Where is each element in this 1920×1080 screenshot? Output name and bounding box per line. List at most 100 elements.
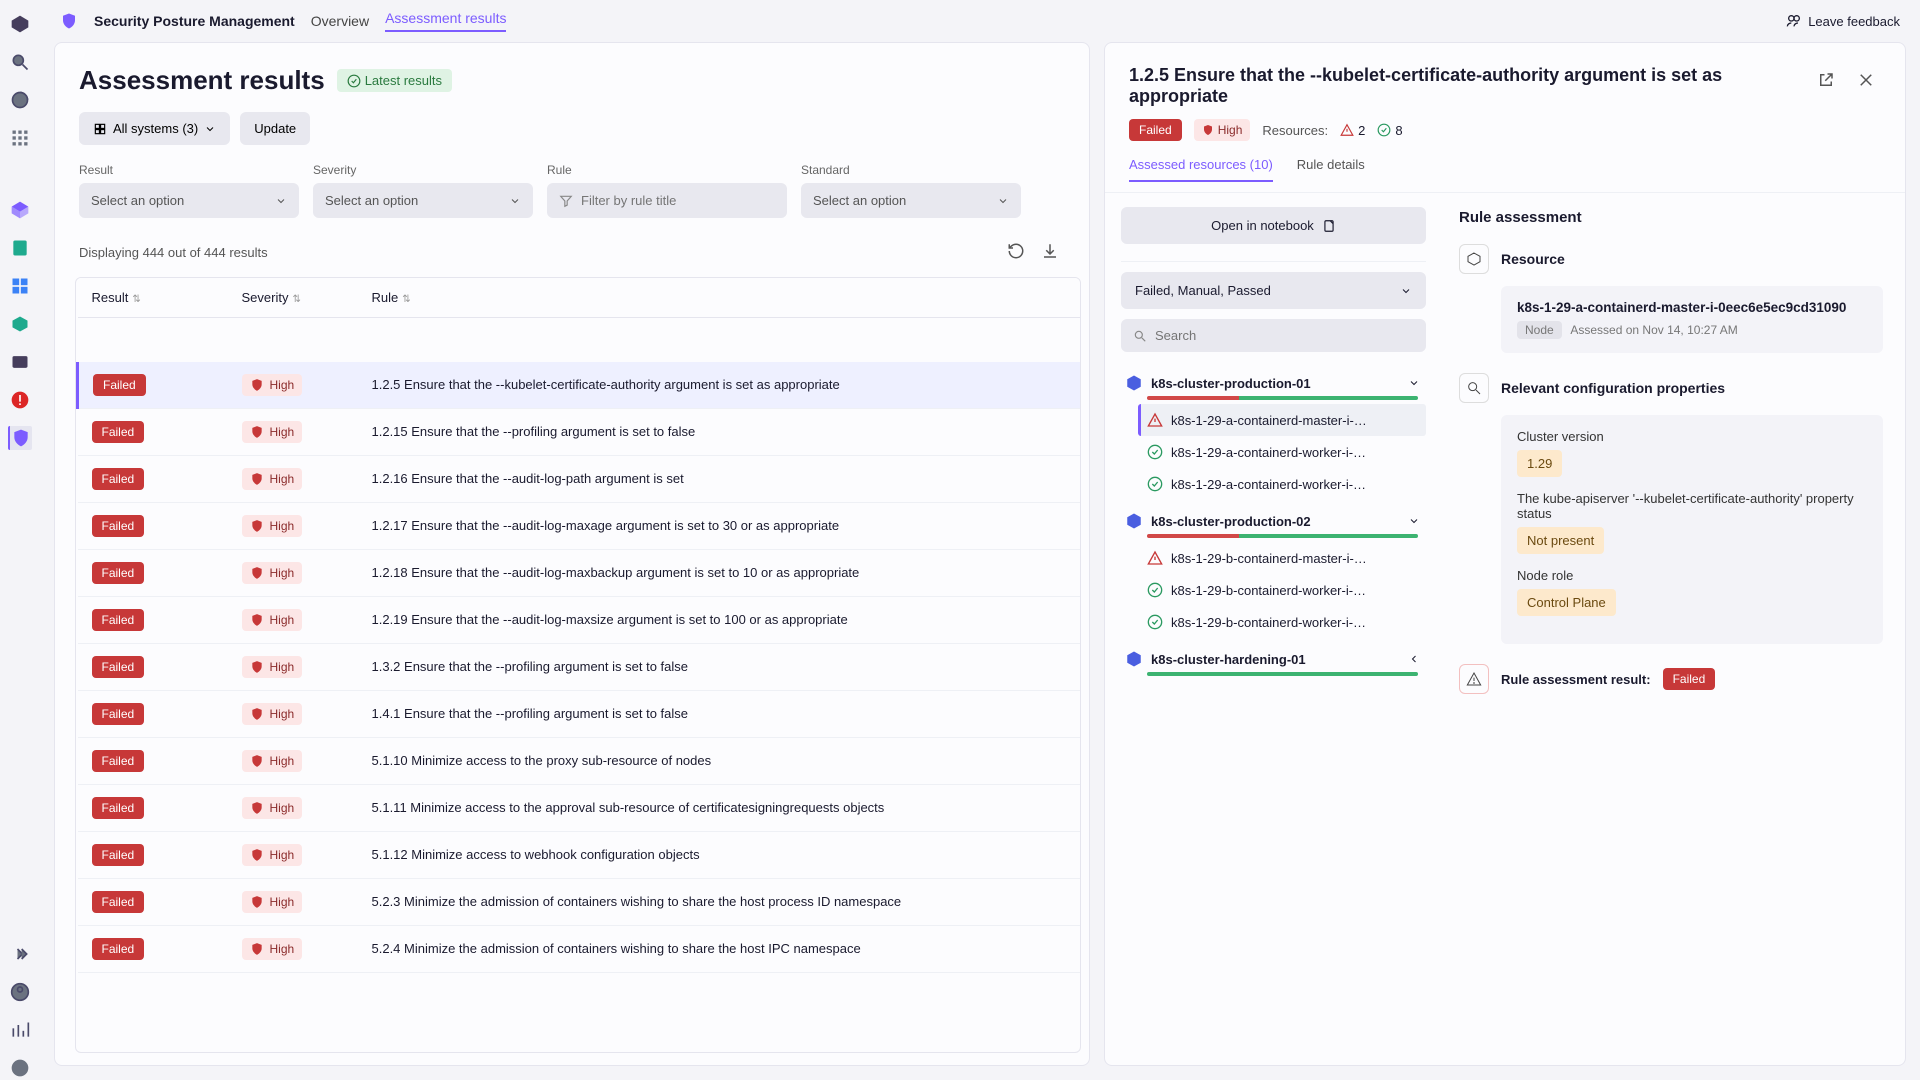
tab-assessment-results[interactable]: Assessment results	[385, 10, 506, 32]
table-row[interactable]: Failed High 1.2.15 Ensure that the --pro…	[78, 408, 1081, 455]
nav-logo-icon[interactable]	[8, 12, 32, 36]
table-row[interactable]: Failed High 1.2.16 Ensure that the --aud…	[78, 455, 1081, 502]
table-row[interactable]: Failed High 1.2.17 Ensure that the --aud…	[78, 502, 1081, 549]
resource-search-input[interactable]	[1121, 319, 1426, 352]
results-table[interactable]: Result⇅ Severity⇅ Rule⇅ Failed High 1.2.…	[75, 277, 1081, 1053]
assessed-on: Assessed on Nov 14, 10:27 AM	[1570, 323, 1737, 337]
cluster-header[interactable]: k8s-cluster-production-02	[1121, 504, 1426, 534]
filter-standard-select[interactable]: Select an option	[801, 183, 1021, 218]
filter-severity-label: Severity	[313, 163, 533, 177]
rule-title: 1.2.5 Ensure that the --kubelet-certific…	[1129, 65, 1801, 107]
resource-name: k8s-1-29-a-containerd-master-i-0eec6e5ec…	[1517, 300, 1867, 315]
nav-sheet-icon[interactable]	[8, 236, 32, 260]
severity-cell: High	[242, 468, 303, 490]
tab-overview[interactable]: Overview	[311, 13, 369, 29]
filter-rule-input[interactable]	[547, 183, 787, 218]
pass-count: 8	[1377, 123, 1402, 138]
resource-tree: Open in notebook Failed, Manual, Passed	[1105, 193, 1437, 1065]
node-item[interactable]: k8s-1-29-b-containerd-master-i-…	[1141, 542, 1426, 574]
rule-text: 1.4.1 Ensure that the --profiling argume…	[358, 690, 1081, 737]
table-row[interactable]: Failed High 1.2.19 Ensure that the --aud…	[78, 596, 1081, 643]
nav-info-icon[interactable]	[8, 1056, 32, 1080]
download-button[interactable]	[1035, 236, 1065, 269]
cluster-status-bar	[1147, 534, 1418, 538]
cluster-header[interactable]: k8s-cluster-production-01	[1121, 366, 1426, 396]
tab-assessed-resources[interactable]: Assessed resources (10)	[1129, 157, 1273, 182]
nav-terminal-icon[interactable]	[8, 350, 32, 374]
open-notebook-button[interactable]: Open in notebook	[1121, 207, 1426, 244]
close-button[interactable]	[1851, 65, 1881, 98]
chevron-down-icon	[997, 195, 1009, 207]
result-pill: Failed	[92, 844, 145, 866]
severity-cell: High	[242, 421, 303, 443]
col-rule[interactable]: Rule⇅	[358, 278, 1081, 318]
nav-cube-icon[interactable]	[8, 198, 32, 222]
filter-standard-label: Standard	[801, 163, 1021, 177]
table-row[interactable]: Failed High 1.2.18 Ensure that the --aud…	[78, 549, 1081, 596]
page-title: Assessment results	[79, 65, 325, 96]
table-row[interactable]: Failed High 5.1.10 Minimize access to th…	[78, 737, 1081, 784]
table-row[interactable]: Failed High 1.3.2 Ensure that the --prof…	[78, 643, 1081, 690]
nav-search-icon[interactable]	[8, 50, 32, 74]
result-pill: Failed	[92, 562, 145, 584]
update-button[interactable]: Update	[240, 112, 310, 145]
result-pill: Failed	[92, 891, 145, 913]
layers-icon	[93, 122, 107, 136]
result-pill: Failed	[92, 515, 145, 537]
status-filter-select[interactable]: Failed, Manual, Passed	[1121, 272, 1426, 309]
nav-rail	[0, 0, 40, 1080]
rule-text: 1.2.17 Ensure that the --audit-log-maxag…	[358, 502, 1081, 549]
nav-alert-icon[interactable]	[8, 388, 32, 412]
cluster-header[interactable]: k8s-cluster-hardening-01	[1121, 642, 1426, 672]
rule-text: 5.1.12 Minimize access to webhook config…	[358, 831, 1081, 878]
node-item[interactable]: k8s-1-29-a-containerd-master-i-…	[1138, 404, 1426, 436]
table-row[interactable]: Failed High 5.1.12 Minimize access to we…	[78, 831, 1081, 878]
chevron-icon	[1408, 377, 1420, 389]
col-severity[interactable]: Severity⇅	[228, 278, 358, 318]
tab-rule-details[interactable]: Rule details	[1297, 157, 1365, 182]
nav-stats-icon[interactable]	[8, 1018, 32, 1042]
shield-x-icon	[1202, 124, 1214, 136]
rule-text: 5.2.4 Minimize the admission of containe…	[358, 925, 1081, 972]
rule-text: 5.2.3 Minimize the admission of containe…	[358, 878, 1081, 925]
nav-box-icon[interactable]	[8, 312, 32, 336]
result-pill: Failed	[92, 468, 145, 490]
node-item[interactable]: k8s-1-29-a-containerd-worker-i-…	[1141, 436, 1426, 468]
detail-panel: 1.2.5 Ensure that the --kubelet-certific…	[1104, 42, 1906, 1066]
result-pill: Failed	[92, 797, 145, 819]
result-pill: Failed	[92, 656, 145, 678]
node-item[interactable]: k8s-1-29-b-containerd-worker-i-…	[1141, 606, 1426, 638]
table-row[interactable]: Failed High 5.2.3 Minimize the admission…	[78, 878, 1081, 925]
node-item[interactable]: k8s-1-29-a-containerd-worker-i-…	[1141, 468, 1426, 500]
table-row[interactable]: Failed High 1.2.5 Ensure that the --kube…	[78, 362, 1081, 409]
node-item[interactable]: k8s-1-29-b-containerd-worker-i-…	[1141, 574, 1426, 606]
reset-button[interactable]	[1001, 236, 1031, 269]
nav-grid-icon[interactable]	[8, 274, 32, 298]
latest-results-badge: Latest results	[337, 69, 452, 92]
filter-result-select[interactable]: Select an option	[79, 183, 299, 218]
all-systems-dropdown[interactable]: All systems (3)	[79, 112, 230, 145]
col-result[interactable]: Result⇅	[78, 278, 228, 318]
table-row[interactable]: Failed High 1.4.1 Ensure that the --prof…	[78, 690, 1081, 737]
filter-result-label: Result	[79, 163, 299, 177]
severity-cell: High	[242, 703, 303, 725]
filter-severity-select[interactable]: Select an option	[313, 183, 533, 218]
result-pill: Failed	[92, 609, 145, 631]
nav-radar-icon[interactable]	[8, 88, 32, 112]
result-pill: Failed	[92, 938, 145, 960]
nav-expand-icon[interactable]	[8, 942, 32, 966]
props-card: Cluster version1.29The kube-apiserver '-…	[1501, 415, 1883, 644]
nav-apps-icon[interactable]	[8, 126, 32, 150]
topbar: Security Posture Management Overview Ass…	[40, 0, 1920, 42]
table-row[interactable]: Failed High 5.1.11 Minimize access to th…	[78, 784, 1081, 831]
results-panel: Assessment results Latest results All sy…	[54, 42, 1090, 1066]
nav-user-icon[interactable]	[8, 980, 32, 1004]
cluster-status-bar	[1147, 672, 1418, 676]
open-external-button[interactable]	[1811, 65, 1841, 98]
resource-section-label: Resource	[1501, 251, 1565, 267]
leave-feedback-button[interactable]: Leave feedback	[1786, 13, 1900, 29]
nav-shield-icon[interactable]	[8, 426, 32, 450]
node-chip: Node	[1517, 321, 1562, 339]
table-row[interactable]: Failed High 5.2.4 Minimize the admission…	[78, 925, 1081, 972]
warning-icon	[1459, 664, 1489, 694]
